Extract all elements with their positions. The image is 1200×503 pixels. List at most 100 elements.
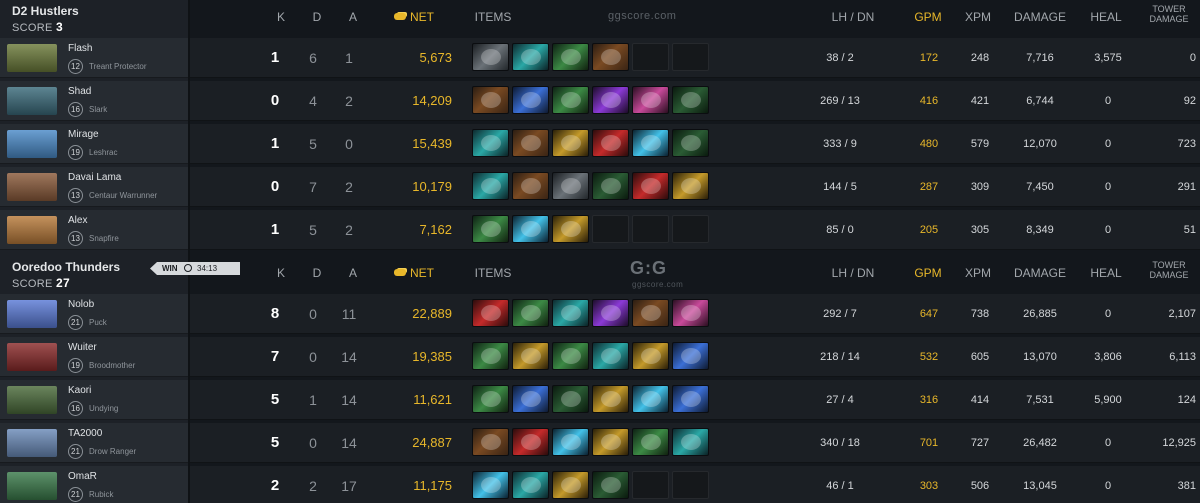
player-level: 12: [68, 59, 83, 74]
item-icon[interactable]: [472, 215, 509, 243]
item-icon[interactable]: [472, 342, 509, 370]
item-icon[interactable]: [552, 471, 589, 499]
player-card[interactable]: Flash 12 Treant Protector: [0, 38, 188, 78]
hero-name: Rubick: [89, 490, 114, 499]
heal-value: 0: [1104, 181, 1112, 193]
item-icon[interactable]: [472, 43, 509, 71]
player-card[interactable]: TA2000 21 Drow Ranger: [0, 423, 188, 463]
item-icon[interactable]: [512, 299, 549, 327]
item-icon[interactable]: [512, 129, 549, 157]
item-icon[interactable]: [592, 342, 629, 370]
item-icon[interactable]: [552, 385, 589, 413]
tower-damage-value: 723: [1177, 138, 1196, 150]
assists-value: 1: [345, 50, 353, 66]
item-icon[interactable]: [632, 428, 669, 456]
item-icon[interactable]: [632, 342, 669, 370]
header-xpm: XPM: [964, 10, 991, 24]
player-name: Nolob: [68, 299, 95, 310]
last-hits-denies-value: 269 / 13: [820, 95, 860, 107]
item-icon[interactable]: [512, 172, 549, 200]
kills-value: 1: [270, 221, 280, 238]
item-icon[interactable]: [632, 385, 669, 413]
player-card[interactable]: Mirage 19 Leshrac: [0, 124, 188, 164]
score-value: 27: [55, 276, 70, 290]
player-card[interactable]: Shad 16 Slark: [0, 81, 188, 121]
item-icon[interactable]: [632, 299, 669, 327]
item-icon[interactable]: [472, 299, 509, 327]
player-card[interactable]: Kaori 16 Undying: [0, 380, 188, 420]
header-xpm: XPM: [964, 266, 991, 280]
item-icon[interactable]: [552, 129, 589, 157]
header-net: NET: [384, 266, 444, 280]
item-icon[interactable]: [512, 428, 549, 456]
player-card[interactable]: Alex 13 Snapfire: [0, 210, 188, 250]
xpm-value: 248: [970, 52, 990, 64]
match-duration: 34:13: [197, 264, 218, 273]
item-icon[interactable]: [672, 385, 709, 413]
item-icon[interactable]: [552, 428, 589, 456]
header-heal: HEAL: [1090, 266, 1122, 280]
item-icon[interactable]: [592, 129, 629, 157]
item-icon[interactable]: [672, 129, 709, 157]
last-hits-denies-value: 46 / 1: [826, 480, 854, 492]
item-icon[interactable]: [592, 428, 629, 456]
item-icon[interactable]: [512, 43, 549, 71]
item-icon[interactable]: [592, 471, 629, 499]
item-icon[interactable]: [512, 471, 549, 499]
item-icon[interactable]: [472, 428, 509, 456]
item-icon[interactable]: [672, 299, 709, 327]
deaths-value: 0: [309, 306, 317, 322]
header-d: D: [312, 10, 322, 24]
item-icon[interactable]: [632, 172, 669, 200]
header-tower-damage: TOWER DAMAGE: [1142, 4, 1196, 24]
deaths-value: 6: [309, 50, 317, 66]
item-icon[interactable]: [472, 471, 509, 499]
player-stats-row: 1 6 1 5,673 38 / 2 172 248 7,716 3,575 0: [190, 38, 1200, 78]
item-icon[interactable]: [552, 172, 589, 200]
player-card[interactable]: Nolob 21 Puck: [0, 294, 188, 334]
item-icon[interactable]: [472, 129, 509, 157]
kills-value: 1: [270, 49, 280, 66]
item-icon[interactable]: [552, 342, 589, 370]
item-icon[interactable]: [672, 428, 709, 456]
item-icon[interactable]: [512, 215, 549, 243]
player-level: 16: [68, 102, 83, 117]
item-icon[interactable]: [552, 299, 589, 327]
watermark-text: ggscore.com: [608, 10, 677, 22]
deaths-value: 1: [309, 392, 317, 408]
item-icon[interactable]: [472, 86, 509, 114]
item-icon[interactable]: [592, 43, 629, 71]
gpm-value: 647: [919, 308, 939, 320]
item-icon[interactable]: [592, 172, 629, 200]
item-icon[interactable]: [472, 172, 509, 200]
item-icon[interactable]: [512, 86, 549, 114]
item-icon[interactable]: [672, 86, 709, 114]
item-icon[interactable]: [672, 342, 709, 370]
damage-value: 26,885: [1023, 308, 1057, 320]
item-icon[interactable]: [672, 172, 709, 200]
xpm-value: 605: [970, 351, 990, 363]
item-icon[interactable]: [552, 215, 589, 243]
header-lh-dn: LH / DN: [831, 266, 875, 280]
item-icon[interactable]: [472, 385, 509, 413]
kills-value: 0: [270, 178, 280, 195]
item-icon[interactable]: [592, 299, 629, 327]
item-icon[interactable]: [552, 43, 589, 71]
item-icon[interactable]: [632, 86, 669, 114]
item-icon[interactable]: [592, 385, 629, 413]
player-card[interactable]: Wuiter 19 Broodmother: [0, 337, 188, 377]
tower-damage-value: 381: [1177, 480, 1196, 492]
item-icon[interactable]: [632, 129, 669, 157]
deaths-value: 2: [309, 478, 317, 494]
item-icon[interactable]: [552, 86, 589, 114]
hero-portrait: [7, 429, 57, 457]
net-worth-value: 7,162: [419, 222, 452, 237]
player-stats-row: 7 0 14 19,385 218 / 14 532 605 13,070 3,806 6,113: [190, 337, 1200, 377]
header-gpm: GPM: [914, 266, 942, 280]
item-icon[interactable]: [592, 86, 629, 114]
player-card[interactable]: OmaR 21 Rubick: [0, 466, 188, 503]
player-card[interactable]: Davai Lama 13 Centaur Warrunner: [0, 167, 188, 207]
item-icon[interactable]: [512, 342, 549, 370]
xpm-value: 727: [970, 437, 990, 449]
item-icon[interactable]: [512, 385, 549, 413]
